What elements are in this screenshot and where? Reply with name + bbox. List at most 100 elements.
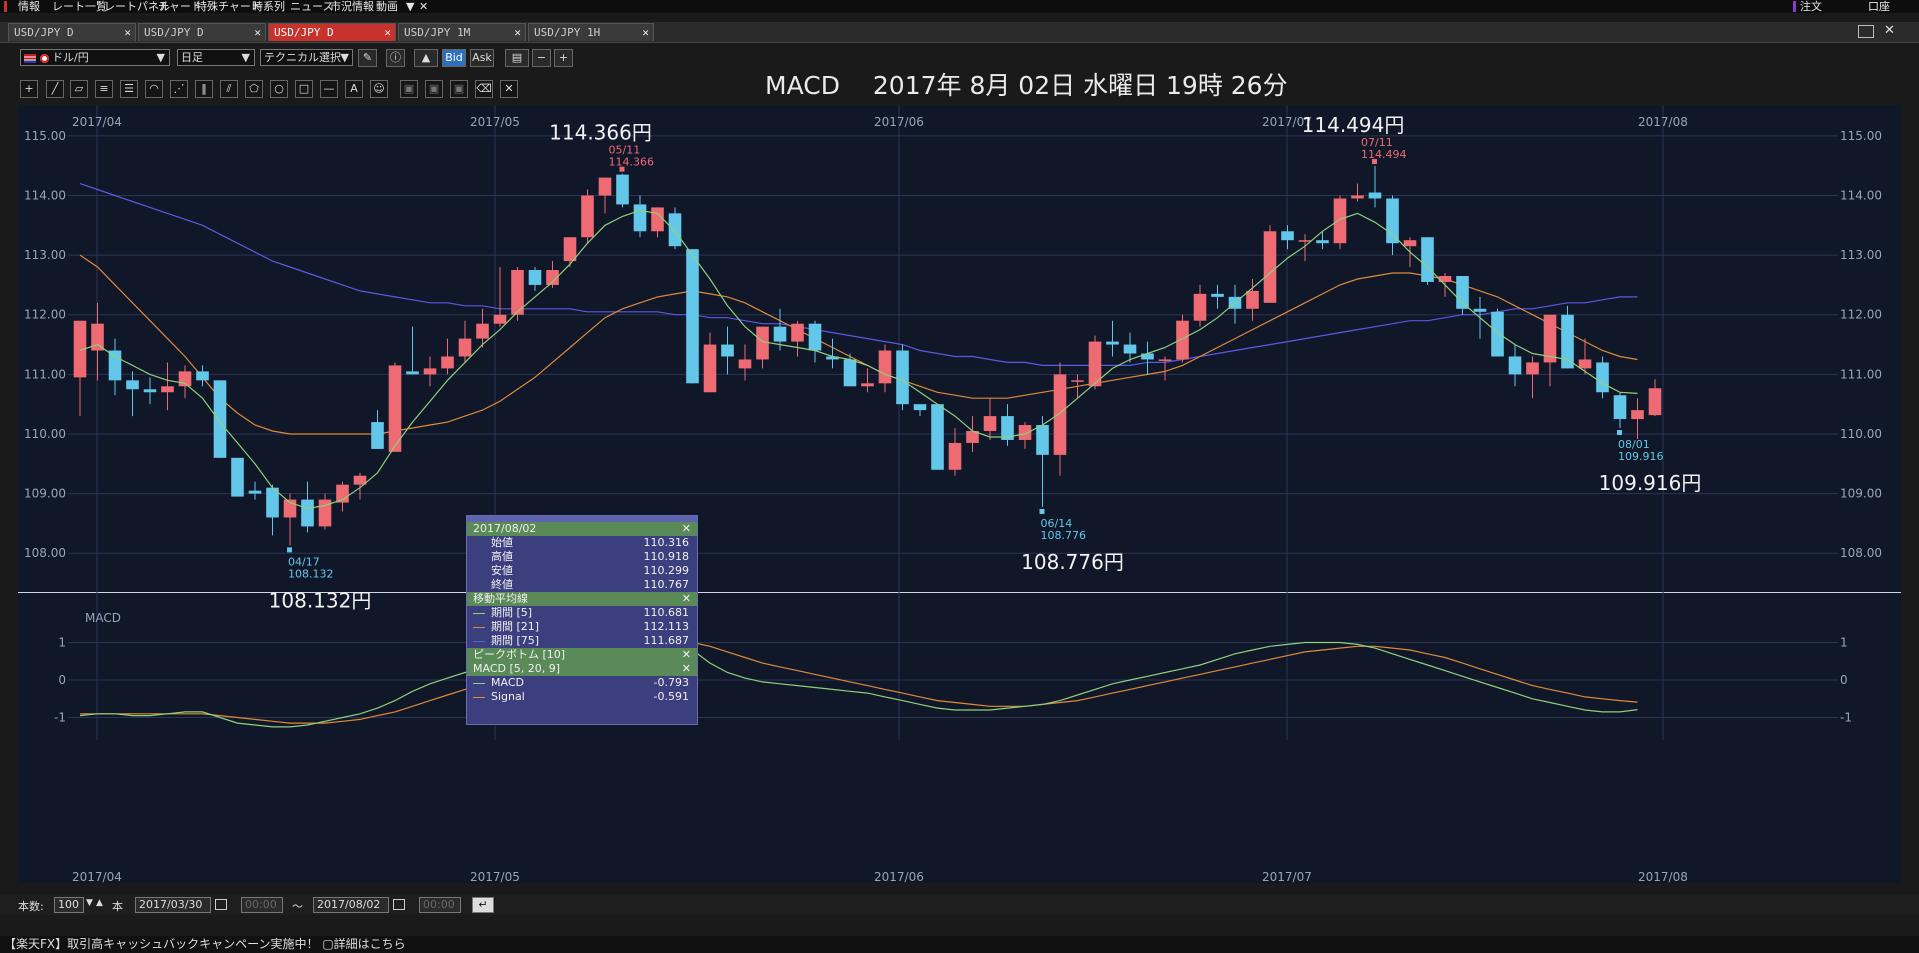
close-icon[interactable]: ✕: [682, 592, 691, 606]
tab-usdjpy-d-active[interactable]: USD/JPY D ✕: [268, 23, 396, 41]
y-tick-label-right: 109.00: [1840, 487, 1882, 501]
candle-body: [808, 323, 822, 351]
y-tick-label-left: 109.00: [24, 487, 66, 501]
hlines-icon[interactable]: ≡: [95, 80, 113, 98]
date-header: 2017/08/02 ✕: [467, 522, 697, 536]
end-time-input[interactable]: 00:00: [419, 897, 461, 913]
vlines-icon[interactable]: ‖: [195, 80, 213, 98]
close-icon[interactable]: ✕: [124, 24, 131, 42]
circle-icon[interactable]: ○: [270, 80, 288, 98]
candle-body: [1053, 374, 1067, 455]
start-date: 2017/03/30: [139, 898, 203, 911]
chart-settings-icon[interactable]: ▤: [505, 49, 529, 67]
price-chart-svg[interactable]: 115.00 115.00 114.00 114.00 113.00 113.00 112.…: [18, 105, 1901, 883]
chevron-up-icon[interactable]: ▲: [96, 898, 103, 908]
candle-body: [598, 177, 612, 196]
ruler-icon[interactable]: ▱: [70, 80, 88, 98]
menu-item-market[interactable]: 市況情報: [330, 0, 374, 13]
bid-button[interactable]: Bid: [442, 49, 466, 67]
erase-all-icon[interactable]: ✕: [500, 80, 518, 98]
currency-select[interactable]: ドル/円 ▼: [20, 49, 170, 66]
start-time-input[interactable]: 00:00: [241, 897, 283, 913]
menu-close-icon[interactable]: ✕: [419, 0, 428, 13]
menu-item-video[interactable]: 動画: [376, 0, 398, 13]
zoom-out-icon[interactable]: −: [532, 49, 551, 67]
stamp-icon[interactable]: ☺: [370, 80, 388, 98]
tab-usdjpy-d-2[interactable]: USD/JPY D ✕: [138, 23, 266, 41]
y-tick-label-right: 111.00: [1840, 367, 1882, 381]
window-close-icon[interactable]: ✕: [1884, 23, 1895, 38]
rectangle-icon[interactable]: □: [295, 80, 313, 98]
count-input[interactable]: 100: [54, 897, 84, 913]
ask-button[interactable]: Ask: [470, 49, 494, 67]
close-icon[interactable]: ✕: [254, 24, 261, 42]
close-icon[interactable]: ✕: [682, 522, 691, 536]
menu-item-news[interactable]: ニュース: [290, 0, 333, 13]
tab-usdjpy-d-1[interactable]: USD/JPY D ✕: [8, 23, 136, 41]
candle-body: [301, 499, 314, 527]
close-icon[interactable]: ✕: [384, 24, 391, 42]
data-window[interactable]: 2017/08/02 ✕ 始値 110.316 高値 110.918 安値 110.29…: [466, 515, 698, 725]
pentagon-icon[interactable]: ⬠: [245, 80, 263, 98]
eraser-icon[interactable]: ⌫: [475, 80, 493, 98]
channel-icon[interactable]: ⫽: [220, 80, 238, 98]
crosshair-icon[interactable]: +: [20, 80, 38, 98]
candle-body: [948, 442, 962, 470]
tab-label: USD/JPY 1M: [404, 26, 471, 39]
technical-select[interactable]: テクニカル選択 ▼: [260, 49, 353, 66]
bottom-price-label: 109.916円: [1599, 471, 1702, 495]
status-text[interactable]: 【楽天FX】取引高キャッシュバックキャンペーン実施中！ ▢詳細はこちら: [4, 937, 406, 951]
close-icon[interactable]: ✕: [682, 662, 691, 676]
tab-label: USD/JPY D: [144, 26, 204, 39]
pen-icon[interactable]: ✎: [358, 49, 377, 67]
candle-body: [1316, 240, 1329, 244]
candle-body: [1578, 359, 1592, 369]
menu-item-info[interactable]: 情報: [18, 0, 40, 13]
menu-item-order[interactable]: 注文: [1800, 0, 1822, 13]
menu-item-timeseries[interactable]: 時系列: [252, 0, 285, 13]
tab-usdjpy-1m[interactable]: USD/JPY 1M ✕: [398, 23, 526, 41]
apply-return-icon[interactable]: ↵: [472, 897, 494, 913]
signal-row: Signal -0.591: [467, 690, 697, 704]
fibonacci-icon[interactable]: ☰: [120, 80, 138, 98]
text-icon[interactable]: A: [345, 80, 363, 98]
tab-usdjpy-1h[interactable]: USD/JPY 1H ✕: [528, 23, 654, 41]
row-label: 終値: [491, 578, 513, 591]
maximize-icon[interactable]: [1858, 25, 1874, 38]
close-icon[interactable]: ✕: [642, 24, 649, 42]
trendline-icon[interactable]: ╱: [46, 80, 64, 98]
end-date-input[interactable]: 2017/08/02: [313, 897, 389, 913]
candle-body: [248, 490, 262, 494]
row-value: 110.681: [643, 606, 690, 619]
y-tick-label-left: 112.00: [24, 308, 66, 322]
calendar-icon[interactable]: [393, 899, 405, 910]
menu-dropdown-icon[interactable]: ▼: [406, 0, 414, 13]
copy-icon[interactable]: ▣: [400, 80, 418, 98]
timeframe-select[interactable]: 日足 ▼: [177, 49, 255, 66]
bottom-marker: [1039, 508, 1045, 514]
menu-item-rate-list[interactable]: レート一覧: [52, 0, 107, 13]
tab-label: USD/JPY D: [274, 26, 334, 39]
area-chart-icon[interactable]: ▲: [414, 49, 438, 67]
info-icon[interactable]: ⓘ: [386, 49, 405, 67]
arc-icon[interactable]: ◠: [145, 80, 163, 98]
group-icon[interactable]: ▣: [425, 80, 443, 98]
close-icon[interactable]: ✕: [682, 648, 691, 662]
layer-icon[interactable]: ▣: [450, 80, 468, 98]
chevron-down-icon[interactable]: ▼: [86, 898, 93, 908]
chart-canvas[interactable]: 115.00 115.00 114.00 114.00 113.00 113.00 112.…: [18, 105, 1901, 883]
candle-body: [1613, 395, 1627, 420]
candle-body: [213, 380, 227, 458]
horizontal-line-icon[interactable]: —: [320, 80, 338, 98]
calendar-icon[interactable]: [215, 899, 227, 910]
candle-body: [423, 368, 437, 375]
x-tick-label-top: 2017/04: [72, 115, 122, 129]
zoom-in-icon[interactable]: +: [554, 49, 573, 67]
menu-item-account[interactable]: 口座: [1868, 0, 1890, 13]
status-bar[interactable]: 【楽天FX】取引高キャッシュバックキャンペーン実施中！ ▢詳細はこちら: [0, 936, 1919, 953]
start-date-input[interactable]: 2017/03/30: [135, 897, 211, 913]
fan-icon[interactable]: ⋰: [170, 80, 188, 98]
candle-body: [1106, 341, 1119, 345]
y-tick-label-right: 110.00: [1840, 427, 1882, 441]
close-icon[interactable]: ✕: [514, 24, 521, 42]
